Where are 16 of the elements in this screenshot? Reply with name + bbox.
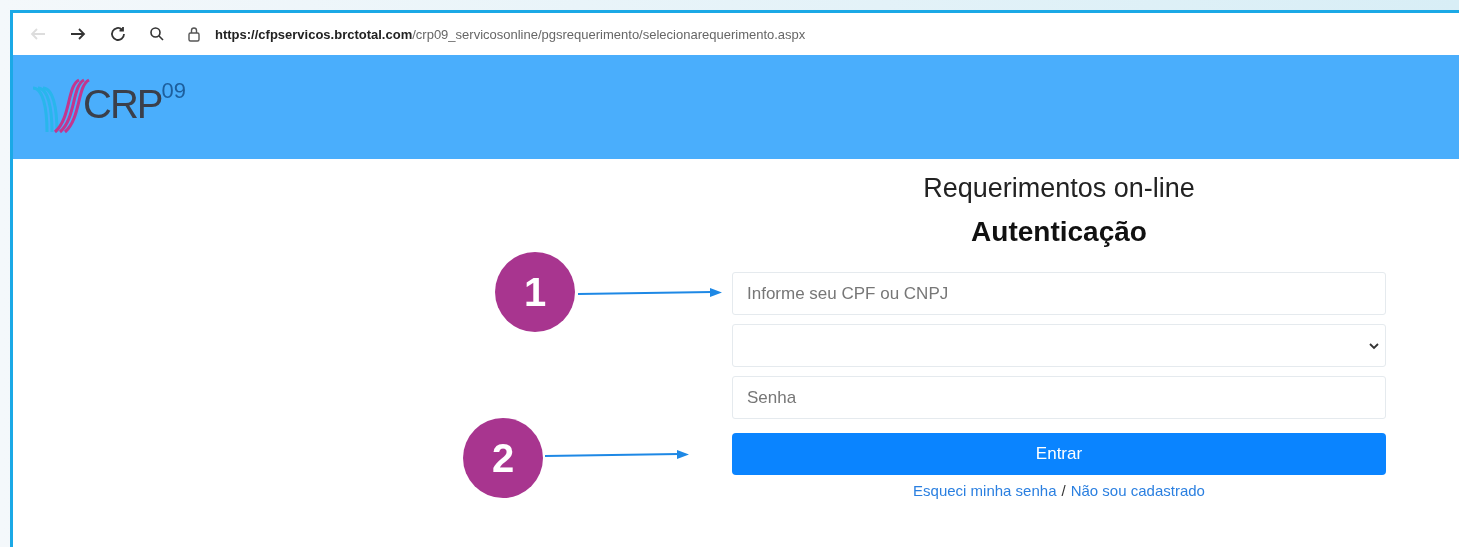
link-separator: /	[1061, 482, 1066, 499]
login-button[interactable]: Entrar	[732, 433, 1386, 475]
logo-text: CRP	[83, 82, 162, 127]
reload-icon[interactable]	[109, 25, 127, 43]
page-title: Requerimentos on-line	[923, 173, 1195, 204]
forgot-password-link[interactable]: Esqueci minha senha	[913, 482, 1057, 499]
chevron-down-icon	[1369, 341, 1379, 350]
address-bar[interactable]: https://cfpservicos.brctotal.com/crp09_servicosonline/pgsrequerimento/selecionarequerimento.aspx	[215, 26, 806, 42]
lock-icon	[187, 26, 201, 42]
cpf-field[interactable]: Informe seu CPF ou CNPJ	[732, 272, 1386, 315]
logo-number: 09	[161, 78, 186, 103]
search-icon[interactable]	[149, 26, 165, 42]
dropdown-field[interactable]	[732, 324, 1386, 367]
password-field[interactable]: Senha	[732, 376, 1386, 419]
form-heading: Autenticação	[971, 216, 1147, 248]
register-link[interactable]: Não sou cadastrado	[1070, 482, 1205, 499]
